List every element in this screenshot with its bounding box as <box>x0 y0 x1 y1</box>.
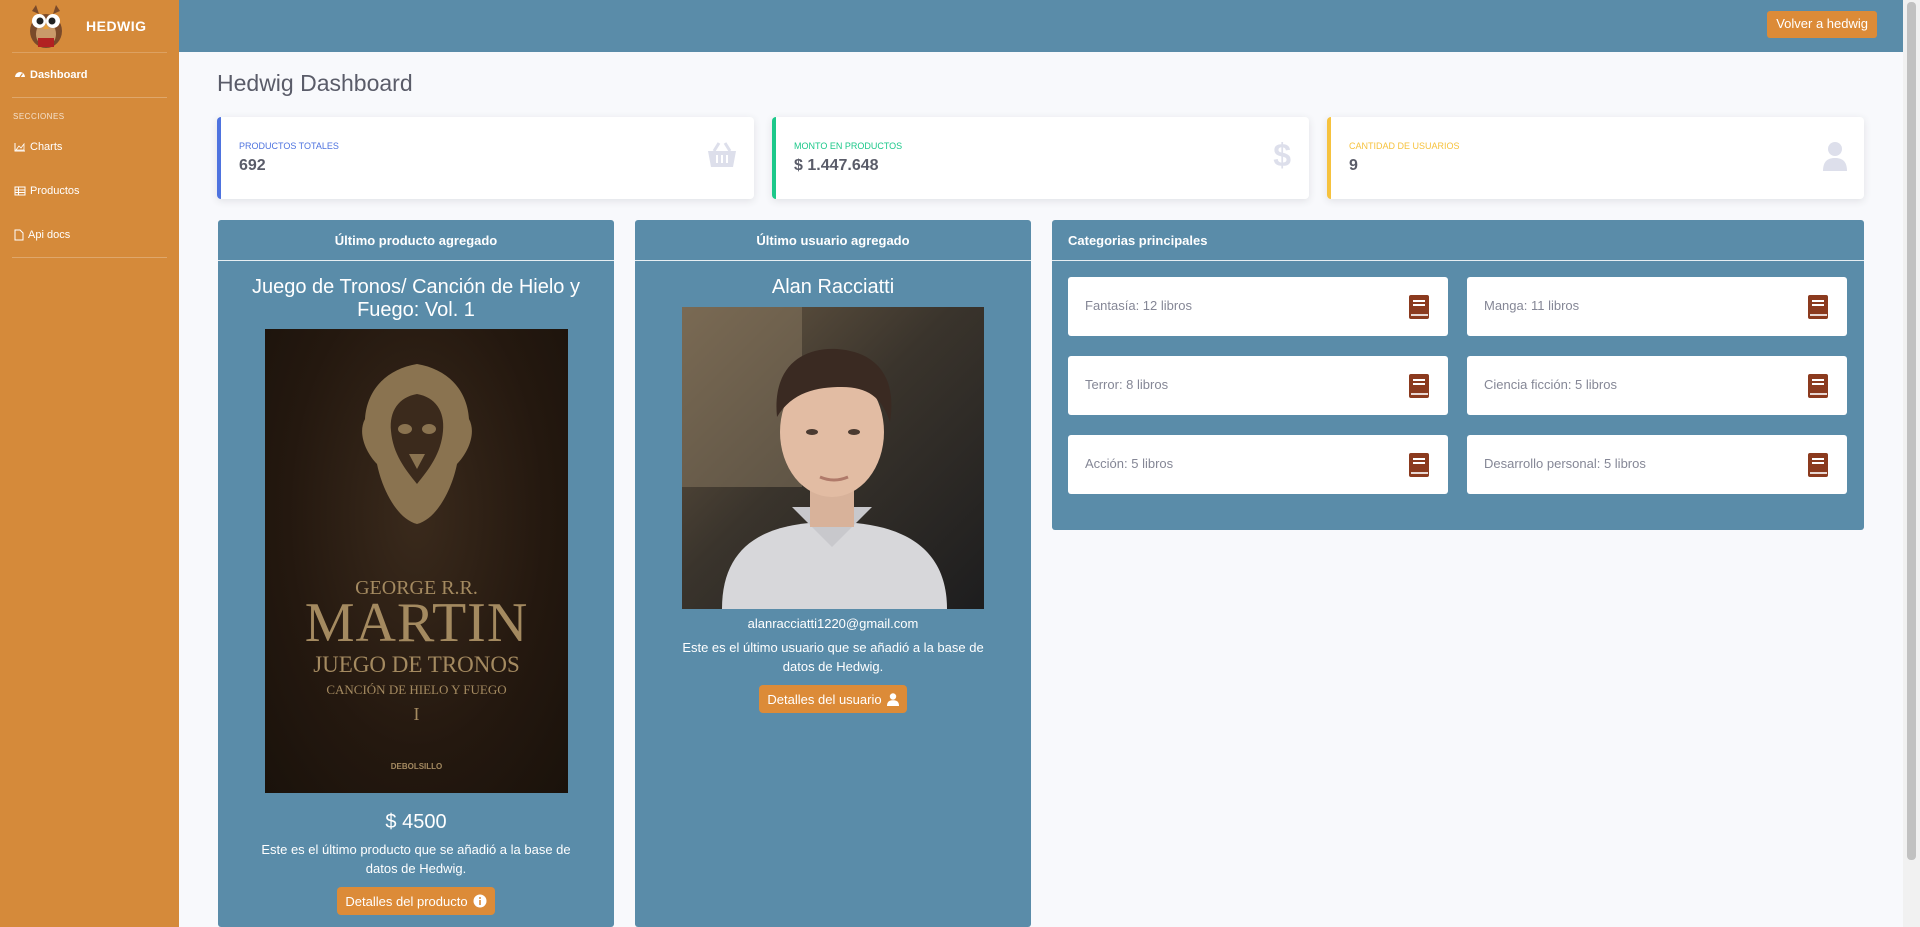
category-card[interactable]: Manga: 11 libros <box>1467 277 1847 336</box>
book-cover: GEORGE R.R. MARTIN JUEGO DE TRONOS CANCI… <box>265 329 568 793</box>
dollar-icon: $ <box>1273 137 1291 173</box>
brand-link[interactable]: HEDWIG <box>12 0 167 53</box>
sidebar-item-dashboard[interactable]: Dashboard <box>0 53 179 97</box>
user-info: alanracciatti1220@gmail.com Este es el ú… <box>635 614 1031 713</box>
lion-sigil-icon <box>362 364 472 524</box>
book-icon <box>1808 453 1828 477</box>
stat-card-users: Cantidad de usuarios 9 <box>1327 117 1864 199</box>
owl-logo <box>24 3 68 49</box>
stat-label: Cantidad de usuarios <box>1349 141 1460 151</box>
product-description: Este es el último producto que se añadió… <box>261 842 571 876</box>
panel-header: Último producto agregado <box>218 220 614 261</box>
category-label: Desarrollo personal: 5 libros <box>1484 456 1646 471</box>
stat-label: Productos totales <box>239 141 339 151</box>
stat-value: 692 <box>239 157 266 174</box>
user-icon <box>1823 142 1847 171</box>
categories-panel: Categorias principales Fantasía: 12 libr… <box>1052 220 1864 530</box>
cover-publisher: DEBOLSILLO <box>390 762 443 771</box>
book-icon <box>1409 295 1429 319</box>
user-name: Alan Racciatti <box>771 276 895 298</box>
back-to-hedwig-button[interactable]: Volver a hedwig <box>1767 11 1877 38</box>
panel-header: Categorias principales <box>1052 220 1864 261</box>
scrollbar[interactable] <box>1903 0 1920 927</box>
user-icon <box>886 692 899 706</box>
cover-author: MARTIN <box>304 592 529 654</box>
button-label: Detalles del usuario <box>767 691 882 707</box>
sidebar-item-productos[interactable]: Productos <box>0 169 179 213</box>
info-circle-icon <box>473 894 487 908</box>
user-email: alanracciatti1220@gmail.com <box>747 616 919 631</box>
file-icon <box>14 229 24 241</box>
sidebar-item-label: Charts <box>30 141 63 153</box>
sidebar-item-api-docs[interactable]: Api docs <box>0 213 179 257</box>
sidebar-item-label: Productos <box>30 185 80 197</box>
button-label: Detalles del producto <box>345 893 468 909</box>
cover-subtitle: CANCIÓN DE HIELO Y FUEGO <box>326 682 507 697</box>
user-description: Este es el último usuario que se añadió … <box>682 640 984 674</box>
book-icon <box>1409 453 1429 477</box>
user-details-button[interactable]: Detalles del usuario <box>759 685 907 713</box>
person-portrait-icon <box>682 307 947 609</box>
last-user-panel: Último usuario agregado Alan Racciatti a… <box>635 220 1031 927</box>
user-avatar-photo <box>682 307 984 609</box>
product-price: $ 4500 <box>385 811 447 833</box>
chart-area-icon <box>14 142 25 152</box>
sidebar-item-charts[interactable]: Charts <box>0 125 179 169</box>
book-icon <box>1808 295 1828 319</box>
stat-value: 9 <box>1349 157 1358 174</box>
shopping-basket-icon <box>708 142 736 167</box>
product-title: Juego de Tronos/ Canción de Hielo y Fueg… <box>252 276 580 321</box>
table-icon <box>14 186 26 196</box>
stat-card-amount: Monto en productos $ 1.447.648 $ <box>772 117 1309 199</box>
sidebar-item-label: Dashboard <box>30 69 88 81</box>
stat-card-products: Productos totales 692 <box>217 117 754 199</box>
cover-volume: I <box>413 704 420 724</box>
product-details-button[interactable]: Detalles del producto <box>337 887 495 915</box>
book-icon <box>1409 374 1429 398</box>
category-card[interactable]: Acción: 5 libros <box>1068 435 1448 494</box>
cover-book-title: JUEGO DE TRONOS <box>313 652 520 677</box>
scrollbar-thumb[interactable] <box>1907 2 1916 860</box>
book-icon <box>1808 374 1828 398</box>
tachometer-icon <box>15 72 25 78</box>
page-title: Hedwig Dashboard <box>217 70 413 96</box>
category-label: Manga: 11 libros <box>1484 298 1580 313</box>
product-info: $ 4500 Este es el último producto que se… <box>218 811 614 915</box>
last-product-panel: Último producto agregado Juego de Tronos… <box>218 220 614 927</box>
category-label: Ciencia ficción: 5 libros <box>1484 377 1617 392</box>
category-label: Terror: 8 libros <box>1085 377 1169 392</box>
category-card[interactable]: Ciencia ficción: 5 libros <box>1467 356 1847 415</box>
stat-value: $ 1.447.648 <box>794 157 879 174</box>
category-label: Fantasía: 12 libros <box>1085 298 1192 313</box>
sidebar-heading: SECCIONES <box>13 112 65 121</box>
stat-label: Monto en productos <box>794 141 903 151</box>
sidebar: HEDWIG Dashboard SECCIONES Charts Produc… <box>0 0 179 927</box>
category-card[interactable]: Terror: 8 libros <box>1068 356 1448 415</box>
topbar: Volver a hedwig <box>179 0 1903 52</box>
sidebar-divider <box>12 257 167 258</box>
category-label: Acción: 5 libros <box>1085 456 1174 471</box>
sidebar-item-label: Api docs <box>28 229 71 241</box>
panel-header: Último usuario agregado <box>635 220 1031 261</box>
category-card[interactable]: Desarrollo personal: 5 libros <box>1467 435 1847 494</box>
category-card[interactable]: Fantasía: 12 libros <box>1068 277 1448 336</box>
brand-name: HEDWIG <box>86 18 147 34</box>
